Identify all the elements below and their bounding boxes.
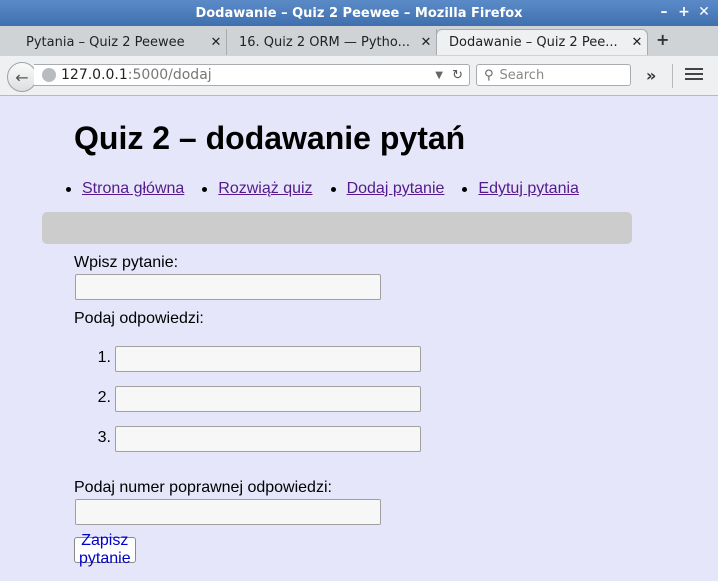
back-arrow-icon: ← — [15, 67, 29, 87]
new-tab-button[interactable]: + — [656, 30, 669, 49]
close-window-button[interactable]: ✕ — [698, 4, 710, 20]
question-input[interactable] — [75, 274, 381, 300]
url-text: 127.0.0.1:5000/dodaj — [61, 67, 212, 83]
answer-2-input[interactable] — [115, 386, 421, 412]
save-question-button[interactable]: Zapisz pytanie — [74, 532, 136, 567]
nav-link-home[interactable]: Strona główna — [82, 180, 184, 198]
tab-close-icon[interactable]: ✕ — [416, 35, 436, 50]
nav-link-edit-questions[interactable]: Edytuj pytania — [478, 180, 579, 198]
tab-label: 16. Quiz 2 ORM — Pytho... — [239, 34, 410, 50]
navigation-toolbar: ← 127.0.0.1:5000/dodaj ▼ ↻ ⚲ Search » — [0, 56, 718, 96]
nav-link-add-question[interactable]: Dodaj pytanie — [347, 180, 445, 198]
message-bar — [42, 212, 632, 244]
site-nav: Strona główna Rozwiąż quiz Dodaj pytanie… — [66, 180, 597, 198]
correct-answer-input[interactable] — [75, 499, 381, 525]
maximize-button[interactable]: + — [678, 4, 690, 20]
answer-number: 3. — [97, 429, 111, 446]
reload-icon[interactable]: ↻ — [452, 68, 463, 83]
hamburger-menu-icon[interactable] — [685, 65, 703, 83]
answer-3-input[interactable] — [115, 426, 421, 452]
window-controls: – + ✕ — [658, 4, 710, 20]
tab-close-icon[interactable]: ✕ — [627, 35, 647, 50]
nav-link-solve-quiz[interactable]: Rozwiąż quiz — [218, 180, 312, 198]
tab-strip: Pytania – Quiz 2 Peewee ✕ 16. Quiz 2 ORM… — [0, 26, 718, 57]
url-host: 127.0.0.1 — [61, 67, 128, 83]
nav-item: Rozwiąż quiz — [202, 180, 313, 198]
tab-pytania[interactable]: Pytania – Quiz 2 Peewee ✕ — [14, 29, 227, 55]
search-icon: ⚲ — [484, 67, 494, 83]
answer-number: 2. — [97, 389, 111, 406]
url-bar[interactable]: 127.0.0.1:5000/dodaj ▼ ↻ — [34, 64, 470, 86]
tab-label: Dodawanie – Quiz 2 Pee... — [449, 35, 618, 50]
tab-label: Pytania – Quiz 2 Peewee — [26, 34, 185, 50]
back-button[interactable]: ← — [7, 62, 37, 92]
page-content: Quiz 2 – dodawanie pytań Strona główna R… — [0, 96, 718, 581]
correct-answer-label: Podaj numer poprawnej odpowiedzi: — [74, 479, 332, 496]
minimize-button[interactable]: – — [658, 4, 670, 20]
toolbar-overflow-button[interactable]: » — [646, 66, 656, 85]
tab-quiz-orm[interactable]: 16. Quiz 2 ORM — Pytho... ✕ — [227, 29, 437, 55]
nav-item: Dodaj pytanie — [330, 180, 445, 198]
tab-dodawanie[interactable]: Dodawanie – Quiz 2 Pee... ✕ — [436, 29, 648, 55]
nav-item: Strona główna — [66, 180, 184, 198]
bullet-icon — [202, 186, 208, 192]
answers-label: Podaj odpowiedzi: — [74, 310, 204, 327]
window-title: Dodawanie – Quiz 2 Peewee – Mozilla Fire… — [195, 5, 523, 21]
toolbar-separator — [672, 64, 673, 88]
page-title: Quiz 2 – dodawanie pytań — [74, 120, 466, 156]
search-bar[interactable]: ⚲ Search — [476, 64, 631, 86]
answer-number: 1. — [97, 349, 111, 366]
bullet-icon — [330, 186, 336, 192]
history-dropdown-icon[interactable]: ▼ — [435, 70, 443, 81]
nav-item: Edytuj pytania — [462, 180, 579, 198]
answer-1-input[interactable] — [115, 346, 421, 372]
tab-close-icon[interactable]: ✕ — [206, 35, 226, 50]
url-path: :5000/dodaj — [127, 67, 212, 83]
bullet-icon — [66, 186, 71, 192]
question-label: Wpisz pytanie: — [74, 254, 179, 271]
bullet-icon — [462, 186, 468, 192]
globe-icon — [42, 68, 56, 82]
window-titlebar: Dodawanie – Quiz 2 Peewee – Mozilla Fire… — [0, 0, 718, 26]
search-placeholder: Search — [499, 67, 545, 83]
